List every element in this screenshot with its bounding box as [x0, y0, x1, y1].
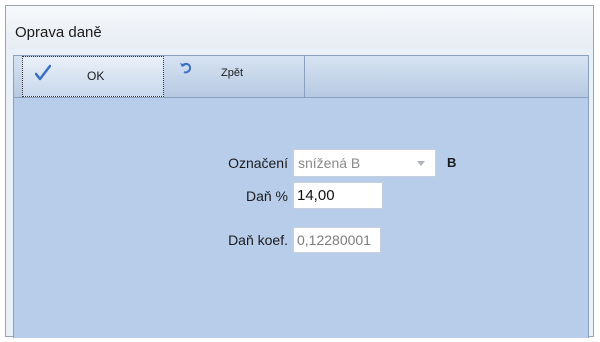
- tax-coef-label: Daň koef.: [228, 232, 288, 248]
- designation-label: Označení: [228, 155, 288, 171]
- tax-percent-label: Daň %: [245, 188, 288, 204]
- designation-value: snížená B: [298, 155, 361, 171]
- back-button[interactable]: Zpět: [164, 56, 305, 97]
- undo-icon: [180, 62, 192, 74]
- designation-code: B: [447, 155, 457, 170]
- toolbar: OK Zpět: [13, 55, 589, 98]
- title-bar: Oprava daně: [6, 6, 593, 49]
- designation-select[interactable]: snížená B: [293, 149, 436, 177]
- tax-coef-field[interactable]: 0,12280001: [293, 227, 381, 253]
- tax-coef-value: 0,12280001: [297, 232, 371, 248]
- ok-button-label: OK: [87, 69, 105, 83]
- checkmark-icon: [35, 64, 51, 81]
- form-panel: Označení snížená B B Daň % 14,00 Daň koe…: [13, 98, 589, 338]
- tax-percent-field[interactable]: 14,00: [293, 182, 383, 209]
- chevron-down-icon[interactable]: [417, 161, 425, 166]
- ok-button[interactable]: OK: [22, 56, 164, 97]
- back-button-label: Zpět: [221, 67, 244, 79]
- window-title: Oprava daně: [15, 24, 102, 41]
- dialog-window: Oprava daně OK Zpět Označení snížená B B…: [5, 5, 594, 338]
- tax-percent-value: 14,00: [297, 187, 335, 204]
